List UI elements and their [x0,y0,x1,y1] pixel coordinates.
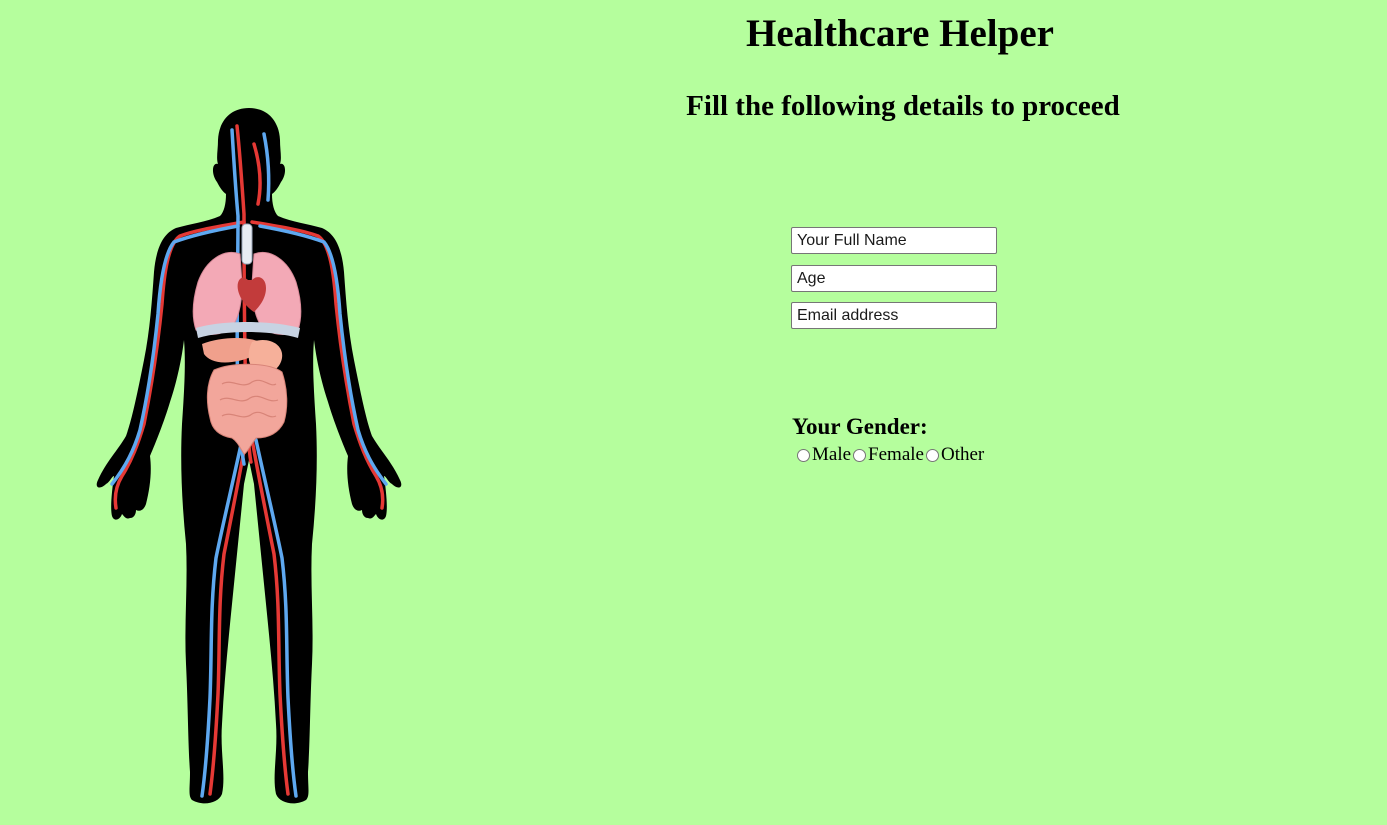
gender-female-label: Female [868,444,924,465]
gender-female-radio[interactable] [853,448,867,462]
gender-other-label: Other [940,444,985,465]
human-anatomy-icon [96,108,402,804]
gender-male-radio[interactable] [797,448,810,462]
gender-label: Your Gender: [792,414,928,439]
gender-radio-group: Male Female Other [797,443,986,467]
email-input[interactable] [791,302,997,329]
trachea [241,223,253,265]
human-anatomy-illustration [92,104,406,806]
gender-other-radio[interactable] [925,448,939,462]
page: Healthcare Helper Fill the following det… [0,0,1387,825]
age-input[interactable] [791,265,997,292]
page-title: Healthcare Helper [746,12,1054,55]
full-name-input[interactable] [791,227,997,254]
gender-male-label: Male [812,444,852,465]
page-subtitle: Fill the following details to proceed [686,90,1120,122]
